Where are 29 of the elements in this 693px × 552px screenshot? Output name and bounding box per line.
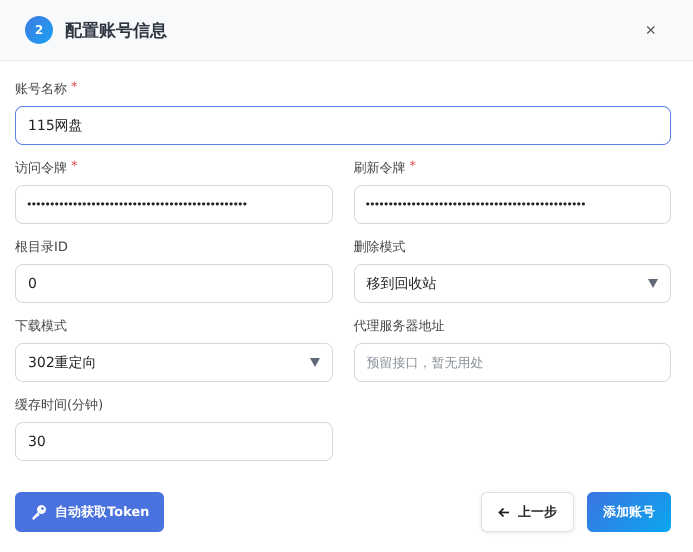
dialog-title: 配置账号信息: [65, 20, 167, 42]
field-label: 账号名称: [15, 81, 67, 98]
close-button[interactable]: ×: [641, 20, 668, 40]
input-field[interactable]: 30: [15, 422, 332, 461]
field-label: 缓存时间(分钟): [15, 397, 104, 414]
dropdown-icon: [648, 279, 658, 288]
required-mark: *: [71, 159, 78, 176]
field-label: 刷新令牌: [354, 160, 406, 177]
arrow-left-icon: [498, 506, 510, 518]
required-mark: *: [71, 80, 78, 97]
field-label: 根目录ID: [15, 239, 68, 256]
auto-token-button[interactable]: 自动获取Token: [15, 492, 164, 532]
input-field[interactable]: 预留接口，暂无用处: [354, 343, 671, 382]
field-label: 访问令牌: [15, 160, 67, 177]
field-label: 删除模式: [354, 239, 406, 256]
password-field[interactable]: ••••••••••••••••••••••••••••••••••••••••••••••••: [354, 185, 671, 224]
dropdown-icon: [310, 358, 320, 367]
input-field[interactable]: 0: [15, 264, 332, 303]
password-field[interactable]: ••••••••••••••••••••••••••••••••••••••••••••••••: [15, 185, 332, 224]
key-icon: [31, 504, 47, 520]
select-field[interactable]: 移到回收站: [354, 264, 671, 303]
input-field[interactable]: 115网盘: [15, 106, 671, 145]
back-button[interactable]: 上一步: [481, 492, 574, 532]
field-label: 代理服务器地址: [354, 318, 444, 335]
required-mark: *: [410, 159, 416, 176]
field-label: 下载模式: [15, 318, 67, 335]
step-badge: 2: [25, 16, 53, 44]
add-account-button[interactable]: 添加账号: [587, 492, 671, 532]
select-field[interactable]: 302重定向: [15, 343, 332, 382]
